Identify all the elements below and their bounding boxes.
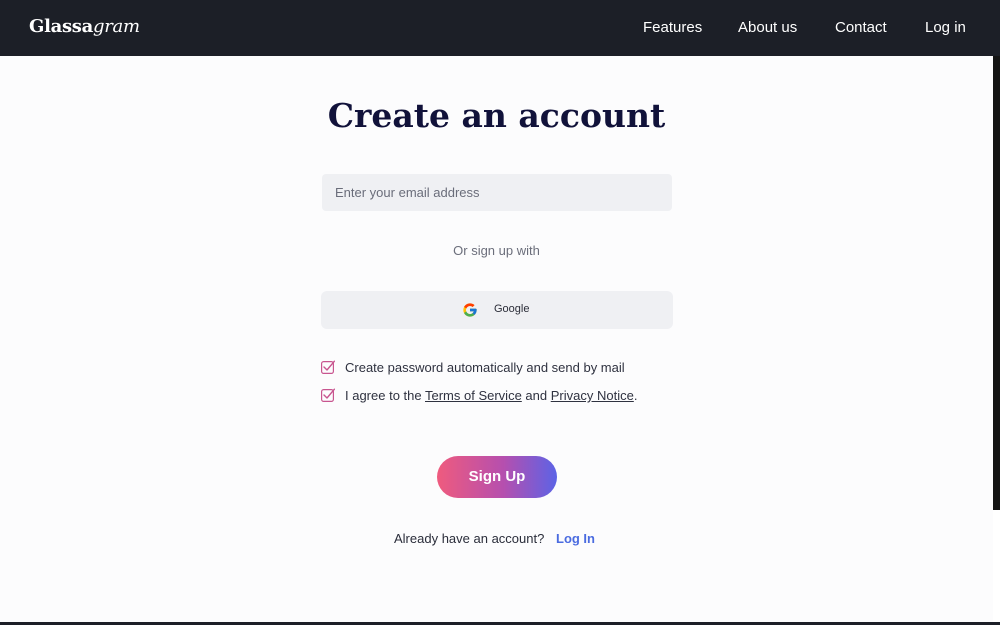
agree-terms-label: I agree to the Terms of Service and Priv…: [345, 388, 637, 403]
top-navbar: Glassagram Features About us Contact Log…: [0, 0, 1000, 56]
email-input[interactable]: [322, 174, 672, 211]
nav-contact-link[interactable]: Contact: [835, 19, 887, 36]
brand-logo[interactable]: Glassagram: [29, 16, 140, 37]
nav-about-link[interactable]: About us: [738, 19, 797, 36]
brand-part2: gram: [93, 16, 140, 37]
google-signup-button[interactable]: Google: [321, 291, 673, 329]
google-icon: [463, 303, 477, 317]
auto-password-label: Create password automatically and send b…: [345, 360, 625, 375]
nav-login-link[interactable]: Log in: [925, 19, 966, 36]
auto-password-checkbox[interactable]: [321, 360, 335, 374]
privacy-notice-link[interactable]: Privacy Notice: [551, 388, 634, 403]
agree-terms-prefix: I agree to the: [345, 388, 425, 403]
signup-divider-text: Or sign up with: [453, 243, 540, 258]
agree-terms-and: and: [521, 388, 551, 403]
agree-terms-checkbox[interactable]: [321, 388, 335, 402]
brand-part1: Glassa: [29, 16, 94, 37]
page-title: Create an account: [327, 96, 666, 135]
login-link[interactable]: Log In: [556, 531, 595, 546]
signup-button[interactable]: Sign Up: [437, 456, 557, 498]
terms-of-service-link[interactable]: Terms of Service: [425, 388, 522, 403]
page-edge-strip: [993, 56, 1000, 510]
agree-terms-suffix: .: [633, 388, 638, 403]
google-button-label: Google: [494, 303, 530, 315]
already-account-text: Already have an account?: [394, 531, 545, 546]
nav-features-link[interactable]: Features: [643, 19, 702, 36]
